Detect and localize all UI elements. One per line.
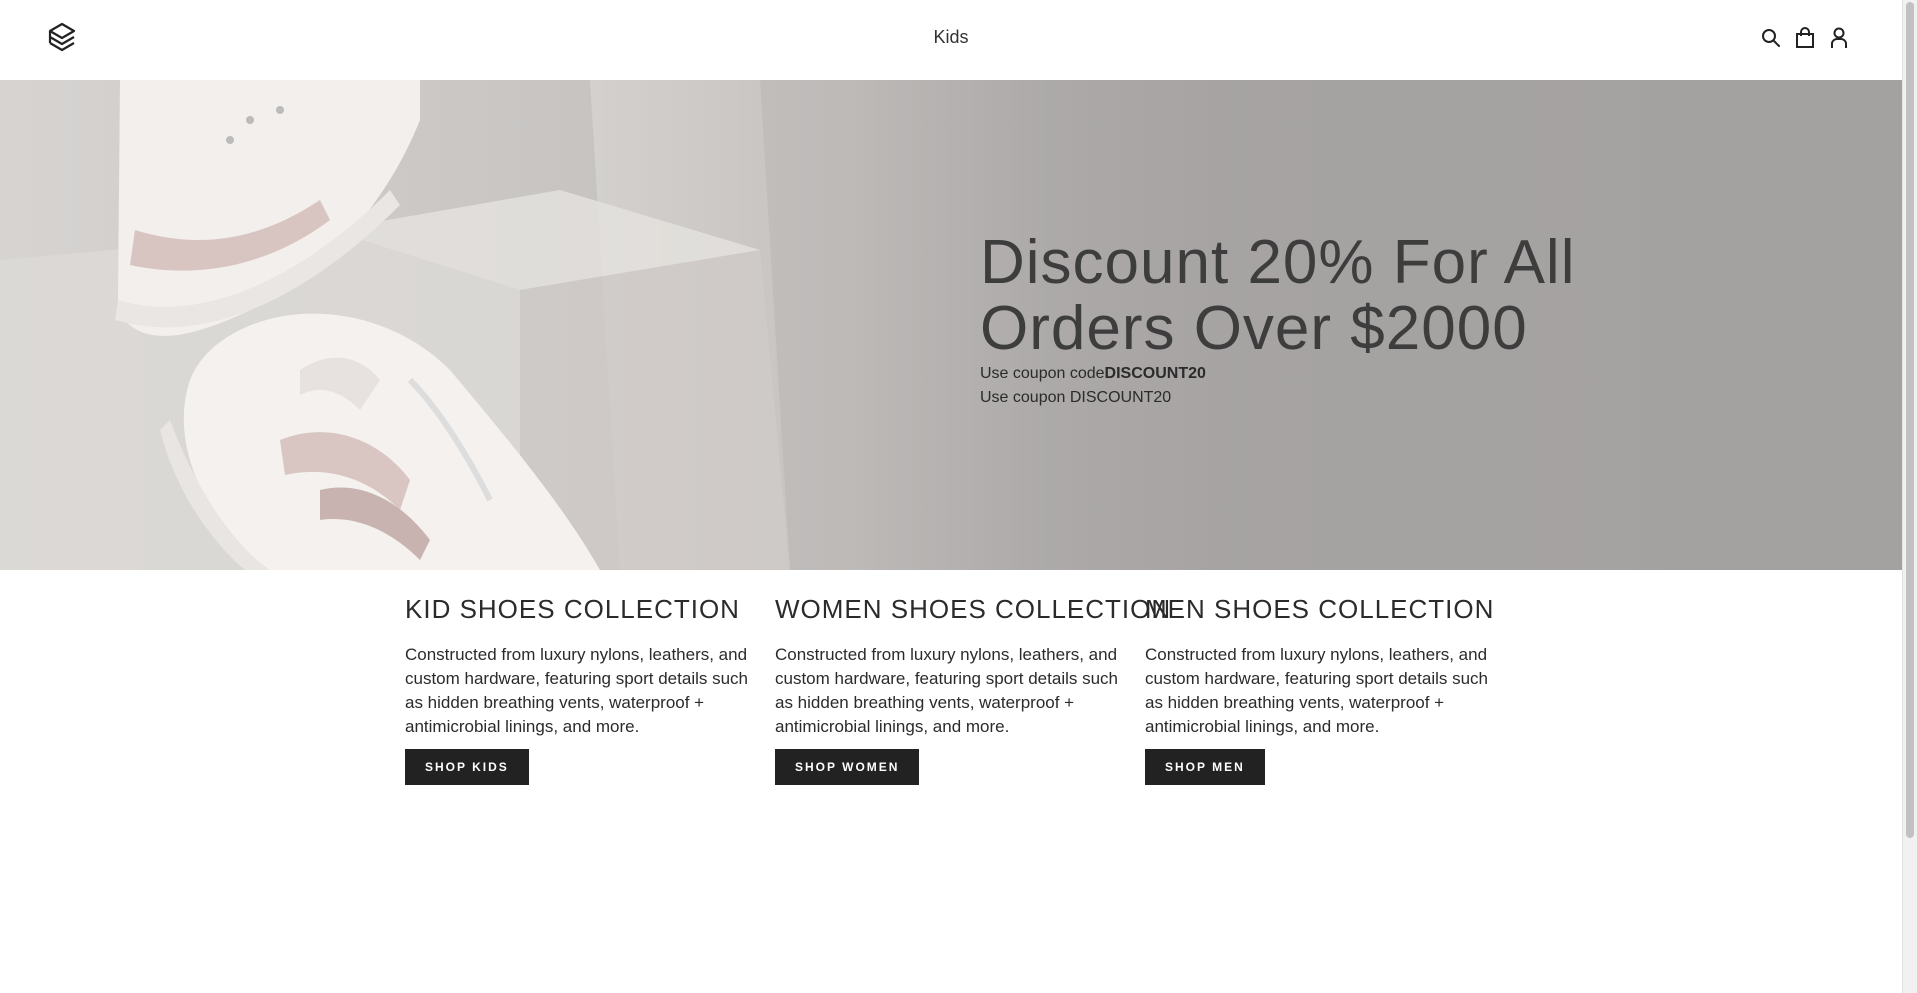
collection-title: WOMEN SHOES COLLECTION <box>775 594 1172 624</box>
collections-section: KID SHOES COLLECTION Constructed from lu… <box>405 594 1515 785</box>
search-icon[interactable] <box>1760 26 1782 50</box>
coupon-line: Use coupon codeDISCOUNT20 <box>980 362 1740 386</box>
shop-kids-button[interactable]: SHOP KIDS <box>405 749 529 785</box>
coupon-line-secondary: Use coupon DISCOUNT20 <box>980 389 1172 406</box>
coupon-code: DISCOUNT20 <box>1104 365 1206 382</box>
hero-banner: Discount 20% For All Orders Over $2000 U… <box>0 80 1902 570</box>
site-header: Kids <box>0 0 1902 80</box>
collection-description: Constructed from luxury nylons, leathers… <box>775 645 1119 736</box>
collection-title: MEN SHOES COLLECTION <box>1145 594 1495 624</box>
bag-icon[interactable] <box>1794 26 1816 50</box>
nav-link-kids[interactable]: Kids <box>0 27 1902 48</box>
collection-title: KID SHOES COLLECTION <box>405 594 740 624</box>
scrollbar-thumb[interactable] <box>1906 2 1914 838</box>
vertical-scrollbar[interactable] <box>1902 0 1917 993</box>
collection-women: WOMEN SHOES COLLECTION Constructed from … <box>775 594 1172 785</box>
shop-men-button[interactable]: SHOP MEN <box>1145 749 1265 785</box>
collection-description: Constructed from luxury nylons, leathers… <box>405 645 749 736</box>
collection-description: Constructed from luxury nylons, leathers… <box>1145 645 1489 736</box>
hero-heading: Discount 20% For All Orders Over $2000 <box>980 228 1576 363</box>
shop-women-button[interactable]: SHOP WOMEN <box>775 749 920 785</box>
collection-kids: KID SHOES COLLECTION Constructed from lu… <box>405 594 775 785</box>
account-icon[interactable] <box>1828 26 1850 50</box>
header-actions <box>1760 26 1850 50</box>
collection-men: MEN SHOES COLLECTION Constructed from lu… <box>1145 594 1515 785</box>
page: Kids Discount 20% For All Orders Over $2… <box>0 0 1917 993</box>
coupon-prefix: Use coupon code <box>980 365 1105 382</box>
hero-text: Discount 20% For All Orders Over $2000 U… <box>980 230 1740 410</box>
